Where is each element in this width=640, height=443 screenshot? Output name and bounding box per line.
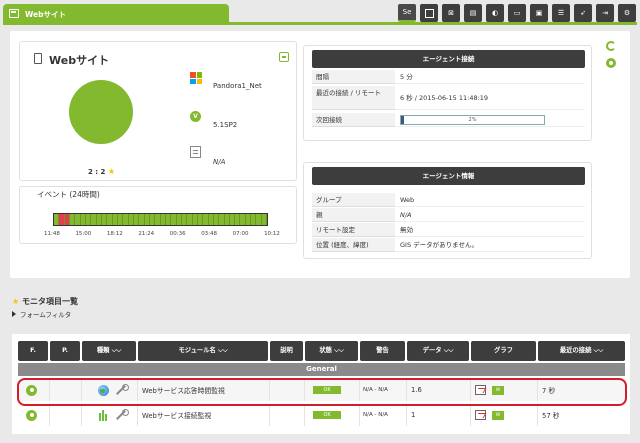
col-header[interactable]: モジュール名 ⌵⌵ (138, 341, 268, 361)
expand-arrow-icon (12, 311, 16, 317)
col-header[interactable]: 種類 ⌵⌵ (82, 341, 136, 361)
event-tick: 03:48 (201, 231, 218, 237)
gis-icon[interactable]: ◐ (486, 4, 504, 22)
event-tick: 15:00 (75, 231, 92, 237)
event-tick: 10:12 (264, 231, 280, 237)
info-row: リモート設定 無効 (312, 223, 585, 237)
info-row: 位置 (経度、緯度) GIS データがありません。 (312, 238, 585, 252)
agent-version: 5.1SP2 (213, 121, 238, 129)
module-name[interactable]: Webサービス接続監視 (138, 404, 270, 426)
event-tick: 00:36 (169, 231, 186, 237)
next-contact-progress: 2% (400, 115, 545, 125)
rocket-icon[interactable]: ➶ (574, 4, 592, 22)
events-ticks: 11:48 15:00 18:12 21:24 00:36 03:48 07:00 10:12 (44, 231, 280, 237)
event-tick: 21:24 (138, 231, 155, 237)
folder-icon[interactable]: ▭ (508, 4, 526, 22)
status-ok-icon (26, 409, 37, 421)
next-contact-row: 次回接続 2% (312, 113, 585, 127)
col-header[interactable]: データ ⌵⌵ (407, 341, 469, 361)
group-row: General (18, 363, 625, 376)
web-graph-icon[interactable]: W (492, 410, 504, 420)
windows-icon (190, 72, 202, 84)
ip-icon (190, 146, 201, 158)
last-contact-row: 最近の接続 / リモート 6 秒 / 2015-06-15 11:48:19 (312, 86, 585, 110)
setup-icon[interactable]: Se (398, 4, 416, 22)
col-header[interactable]: 最近の接続 ⌵⌵ (538, 341, 625, 361)
col-header[interactable]: 説明 (270, 341, 303, 361)
agent-contact-card: エージェント接続 間隔 5 分 最近の接続 / リモート 6 秒 / 2015-… (303, 45, 592, 141)
module-ratio: 2 : 2 ★ (88, 167, 116, 176)
interval-row: 間隔 5 分 (312, 70, 585, 84)
graph-icon[interactable]: ⊠ (442, 4, 460, 22)
event-tick: 11:48 (44, 231, 60, 237)
os-name: Pandora1_Net (213, 82, 262, 90)
contact-header: エージェント接続 (312, 50, 585, 68)
col-header[interactable]: F. (18, 341, 48, 361)
title-underline (3, 22, 637, 25)
events-card: イベント (24時間) 11:48 15:00 18:12 21:24 00:36 03:… (19, 186, 297, 244)
agent-status-icon (606, 58, 616, 68)
agent-icon (9, 9, 19, 18)
table-header: F. P. 種類 ⌵⌵ モジュール名 ⌵⌵ 説明 状態 ⌵⌵ 警告 データ ⌵⌵… (18, 341, 625, 361)
toolbar: Se ⊠ ▤ ◐ ▭ ▣ ☰ ➶ ⇥ ⚙ (398, 4, 636, 22)
page-title: Webサイト (25, 10, 66, 19)
events-graph[interactable] (53, 213, 268, 226)
event-tick: 07:00 (232, 231, 249, 237)
table-row[interactable]: Webサービス接続監視 OK N/A - N/A 1 W 57 秒 (18, 404, 625, 426)
star-icon: ★ (107, 167, 116, 176)
col-header[interactable]: グラフ (471, 341, 536, 361)
graph-icon[interactable] (475, 410, 486, 420)
list-icon[interactable]: ☰ (552, 4, 570, 22)
version-icon: V (190, 111, 201, 122)
agent-name: Webサイト (49, 54, 110, 67)
monitors-title: ★ モニタ項目一覧 (12, 297, 78, 306)
form-filter-toggle[interactable]: フォームフィルタ (12, 309, 71, 319)
alert-icon[interactable]: ▤ (464, 4, 482, 22)
col-header[interactable]: 警告 (360, 341, 405, 361)
events-title: イベント (24時間) (35, 189, 102, 200)
page-title-tab: Webサイト (3, 4, 229, 23)
selected-row-highlight (17, 378, 627, 406)
agent-ip: N/A (213, 158, 226, 166)
info-row: 親 N/A (312, 208, 585, 222)
event-tick: 18:12 (106, 231, 123, 237)
agent-info-card: エージェント情報 グループ Web 親 N/A リモート設定 無効 位置 (経度… (303, 162, 592, 259)
agent-icon (34, 53, 42, 64)
top-bar: Webサイト Se ⊠ ▤ ◐ ▭ ▣ ☰ ➶ ⇥ ⚙ (0, 0, 640, 26)
star-icon: ★ (12, 297, 20, 306)
status-badge: OK (313, 411, 341, 419)
info-row: グループ Web (312, 193, 585, 207)
refresh-icon[interactable] (606, 41, 616, 51)
agent-status-circle (69, 80, 133, 144)
agent-summary-card: Webサイト 2 : 2 ★ Pandora1_Net V 5.1SP2 N/A (19, 41, 297, 181)
web-check-icon (98, 409, 109, 421)
col-header[interactable]: 状態 ⌵⌵ (305, 341, 358, 361)
col-header[interactable]: P. (50, 341, 80, 361)
report-icon[interactable]: ▣ (530, 4, 548, 22)
event-segment (261, 214, 268, 225)
wrench-icon[interactable] (115, 409, 129, 421)
info-header: エージェント情報 (312, 167, 585, 185)
gear-icon[interactable]: ⚙ (618, 4, 636, 22)
remote-login-icon[interactable] (279, 52, 289, 62)
login-icon[interactable]: ⇥ (596, 4, 614, 22)
view-icon[interactable] (420, 4, 438, 22)
